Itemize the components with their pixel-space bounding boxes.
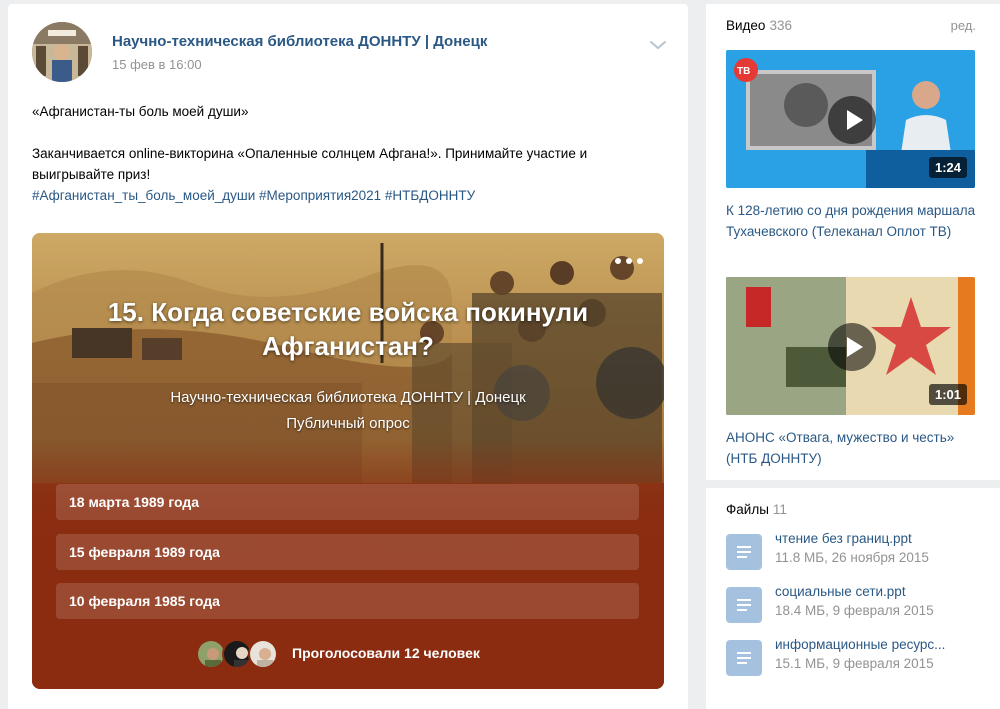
video-thumbnail[interactable]: 1:01 [726, 277, 975, 415]
videos-header[interactable]: Видео 336 [726, 18, 792, 33]
video-duration: 1:01 [928, 384, 967, 405]
post-author-link[interactable]: Научно-техническая библиотека ДОННТУ | Д… [112, 33, 487, 50]
avatar [248, 639, 278, 669]
post-hashtags[interactable]: #Афганистан_ты_боль_моей_души #Мероприят… [32, 185, 652, 206]
file-meta: 18.4 МБ, 9 февраля 2015 [775, 603, 934, 618]
voter-avatars [196, 639, 286, 669]
videos-block: Видео 336 ред. ТВ 1:24 К 128-летию со дня… [706, 4, 1000, 480]
file-item[interactable]: социальные сети.ppt 18.4 МБ, 9 февраля 2… [726, 583, 996, 627]
file-item[interactable]: информационные ресурс... 15.1 МБ, 9 февр… [726, 636, 996, 680]
video-title-link[interactable]: АНОНС «Отвага, мужество и честь» (НТБ ДО… [726, 427, 976, 469]
post-date[interactable]: 15 фев в 16:00 [112, 57, 202, 72]
document-icon [726, 640, 762, 676]
poll-option[interactable]: 10 февраля 1985 года [56, 583, 639, 619]
files-header[interactable]: Файлы 11 [726, 502, 787, 517]
post-text: «Афганистан-ты боль моей души» Заканчива… [32, 101, 652, 206]
files-count: 11 [772, 502, 787, 517]
more-dots-icon[interactable] [614, 257, 644, 265]
files-block: Файлы 11 чтение без границ.ppt 11.8 МБ, 2… [706, 488, 1000, 709]
file-meta: 11.8 МБ, 26 ноября 2015 [775, 550, 929, 565]
file-name-link[interactable]: информационные ресурс... [775, 637, 945, 652]
poll-card: 15. Когда советские войска покинули Афга… [32, 233, 664, 689]
post-body: Заканчивается online-викторина «Опаленны… [32, 146, 588, 182]
videos-count: 336 [769, 18, 792, 33]
document-icon [726, 534, 762, 570]
voters-count-text[interactable]: Проголосовали 12 человек [292, 645, 480, 661]
video-thumbnail[interactable]: ТВ 1:24 [726, 50, 975, 188]
post-header: Научно-техническая библиотека ДОННТУ | Д… [32, 22, 668, 84]
poll-option[interactable]: 18 марта 1989 года [56, 484, 639, 520]
files-title: Файлы [726, 502, 769, 517]
play-icon[interactable] [828, 96, 876, 144]
file-meta: 15.1 МБ, 9 февраля 2015 [775, 656, 934, 671]
document-icon [726, 587, 762, 623]
author-avatar[interactable] [32, 22, 92, 82]
chevron-down-icon[interactable] [648, 38, 668, 52]
video-duration: 1:24 [928, 157, 967, 178]
poll-question: 15. Когда советские войска покинули Афга… [107, 297, 589, 361]
play-icon[interactable] [828, 323, 876, 371]
video-title-link[interactable]: К 128-летию со дня рождения маршала Туха… [726, 200, 976, 242]
file-name-link[interactable]: чтение без границ.ppt [775, 531, 912, 546]
poll-voters[interactable]: Проголосовали 12 человек [32, 639, 664, 669]
poll-author[interactable]: Научно-техническая библиотека ДОННТУ | Д… [32, 389, 664, 406]
poll-type: Публичный опрос [286, 415, 410, 432]
videos-edit-link[interactable]: ред. [951, 18, 976, 33]
file-name-link[interactable]: социальные сети.ppt [775, 584, 906, 599]
file-item[interactable]: чтение без границ.ppt 11.8 МБ, 26 ноября… [726, 530, 996, 574]
svg-text:ТВ: ТВ [737, 66, 750, 77]
poll-option[interactable]: 15 февраля 1989 года [56, 534, 639, 570]
videos-title: Видео [726, 18, 766, 33]
post-title-line: «Афганистан-ты боль моей души» [32, 104, 249, 119]
wall-post: Научно-техническая библиотека ДОННТУ | Д… [8, 4, 688, 709]
